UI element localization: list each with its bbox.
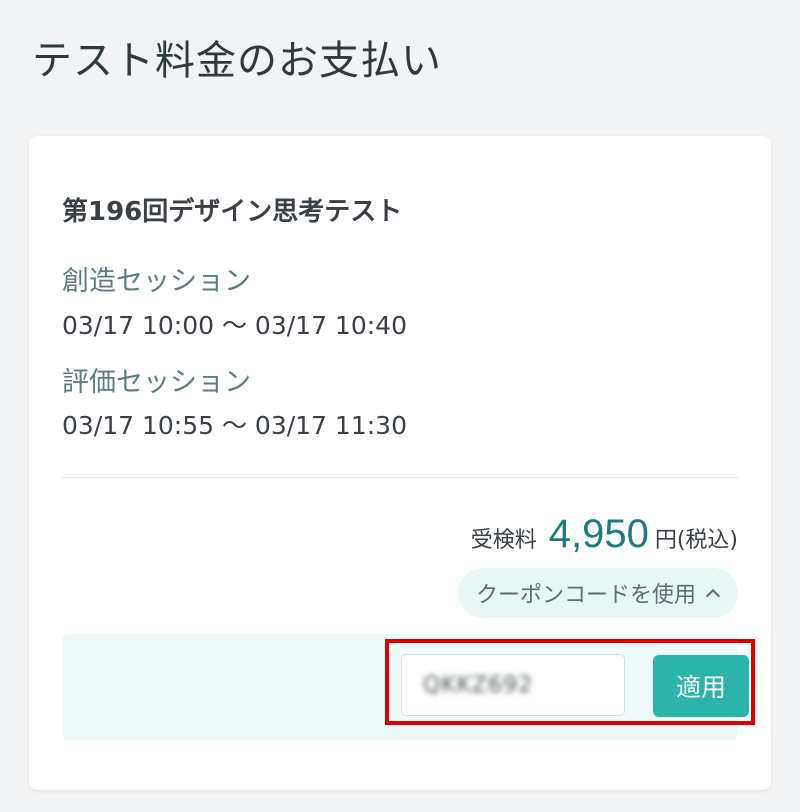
session-label-evaluation: 評価セッション <box>62 367 251 398</box>
coupon-code-input[interactable] <box>401 654 625 716</box>
fee-unit: 円(税込) <box>654 528 738 553</box>
fee-row: 受検料 4,950 円(税込) <box>471 512 738 557</box>
fee-amount: 4,950 <box>548 512 649 556</box>
coupon-toggle-button[interactable]: クーポンコードを使用 <box>457 568 738 618</box>
page-title: テスト料金のお支払い <box>32 38 442 84</box>
session-label-creation: 創造セッション <box>62 266 251 297</box>
chevron-up-icon <box>705 588 721 604</box>
payment-card: 第196回デザイン思考テスト 創造セッション 03/17 10:00 〜 03/… <box>29 136 771 790</box>
fee-label: 受検料 <box>470 528 537 553</box>
test-name: 第196回デザイン思考テスト <box>62 197 403 227</box>
divider <box>62 477 738 478</box>
apply-button[interactable]: 適用 <box>653 655 749 717</box>
coupon-panel: QKKZ692 適用 <box>62 634 755 740</box>
session-time-evaluation: 03/17 10:55 〜 03/17 11:30 <box>62 411 407 440</box>
session-time-creation: 03/17 10:00 〜 03/17 10:40 <box>62 311 407 340</box>
coupon-toggle-label: クーポンコードを使用 <box>475 583 696 608</box>
